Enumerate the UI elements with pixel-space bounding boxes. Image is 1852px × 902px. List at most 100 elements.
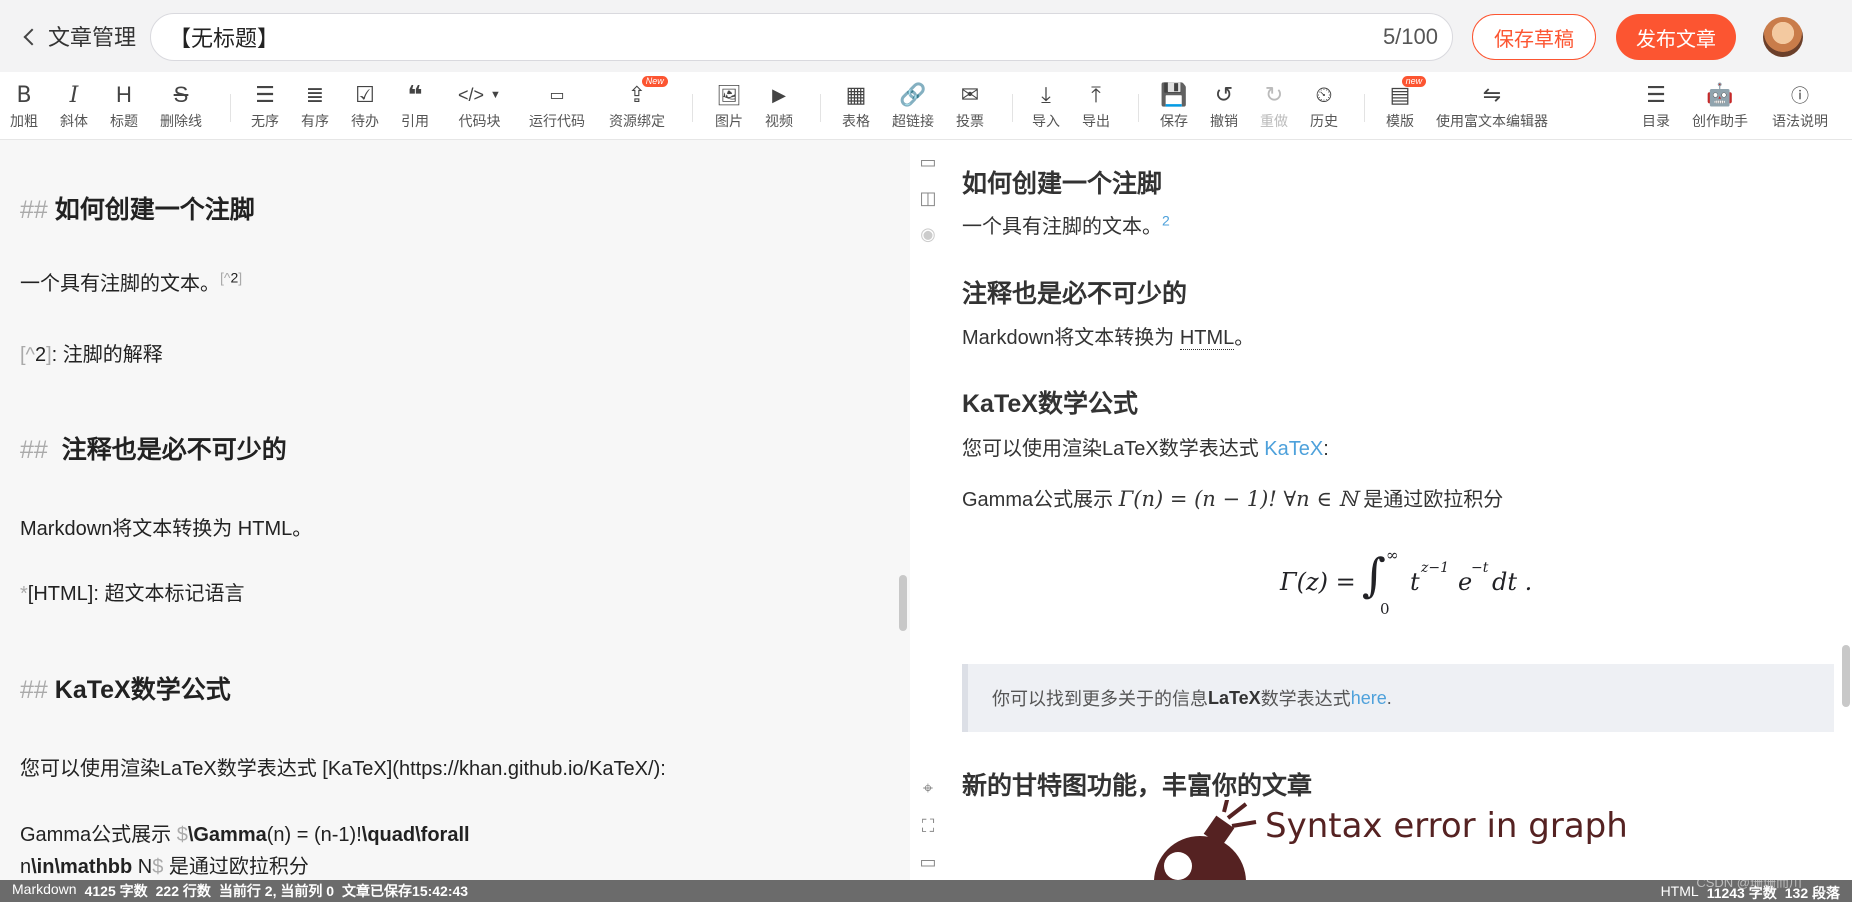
- ordered-list-icon: ≣: [305, 82, 325, 107]
- strikethrough-button[interactable]: S 删除线: [160, 82, 202, 131]
- video-icon: ▶: [772, 84, 786, 105]
- laptop-icon[interactable]: ▭: [916, 850, 940, 874]
- chevron-left-icon: [23, 28, 41, 46]
- link-icon: 🔗: [899, 82, 927, 107]
- vote-button[interactable]: ✉ 投票: [956, 82, 984, 131]
- status-saved-time: 文章已保存15:42:43: [342, 883, 469, 899]
- resource-binding-button[interactable]: ⇪ New 资源绑定: [609, 76, 668, 131]
- redo-button[interactable]: ↻ 重做: [1260, 82, 1288, 131]
- editor-gamma-line-2: n\in\mathbb N$ 是通过欧拉积分: [20, 856, 309, 878]
- syntax-error-text: Syntax error in graph: [1265, 806, 1628, 846]
- code-block-button[interactable]: </> ▼ 代码块: [458, 82, 501, 131]
- back-label: 文章管理: [48, 25, 137, 50]
- heading-button[interactable]: H 标题: [110, 82, 138, 131]
- locate-icon[interactable]: ⌖: [916, 776, 940, 800]
- title-char-count: 5/100: [1382, 24, 1438, 49]
- toolbar-divider: [1138, 94, 1139, 122]
- status-cursor-position: 当前行 2, 当前列 0: [218, 883, 335, 899]
- preview-heading-3: KaTeX数学公式: [962, 390, 1138, 418]
- export-button[interactable]: ⤒ 导出: [1082, 82, 1110, 131]
- inline-math: Γ(n) = (n − 1)! ∀n ∈ ℕ: [1118, 487, 1358, 511]
- rich-text-editor-button[interactable]: ⇋ 使用富文本编辑器: [1436, 82, 1548, 131]
- table-icon: ▦: [845, 82, 867, 107]
- html-abbreviation[interactable]: HTML: [1179, 327, 1235, 350]
- preview-heading-2: 注释也是必不可少的: [962, 280, 1188, 308]
- vote-icon: ✉: [960, 82, 980, 107]
- preview-paragraph-markdown: Markdown将文本转换为 HTML。: [962, 327, 1255, 350]
- katex-link[interactable]: KaTeX: [1264, 438, 1323, 460]
- new-badge: New: [641, 76, 668, 87]
- ordered-list-button[interactable]: ≣ 有序: [301, 82, 329, 131]
- run-code-icon: ▭: [549, 87, 565, 104]
- layout-icon[interactable]: ▭: [916, 150, 940, 174]
- image-button[interactable]: 🖼 图片: [715, 82, 743, 131]
- preview-scrollbar[interactable]: [1842, 645, 1850, 707]
- table-button[interactable]: ▦ 表格: [842, 82, 870, 131]
- toc-button[interactable]: ☰ 目录: [1642, 82, 1670, 131]
- video-button[interactable]: ▶ 视频: [765, 82, 793, 131]
- image-icon: 🖼: [716, 84, 742, 107]
- hyperlink-button[interactable]: 🔗 超链接: [892, 82, 934, 131]
- status-word-count-left: 4125 字数: [84, 883, 148, 899]
- editor-abbreviation: *[HTML]: 超文本标记语言: [20, 583, 245, 605]
- import-button[interactable]: ⤓ 导入: [1032, 82, 1060, 131]
- title-field[interactable]: 5/100: [150, 13, 1453, 61]
- heading-icon: H: [116, 82, 132, 107]
- switch-icon: ⇋: [1482, 82, 1502, 107]
- run-code-button[interactable]: ▭ 运行代码: [529, 82, 585, 131]
- publish-article-button[interactable]: 发布文章: [1616, 14, 1736, 60]
- fullscreen-icon[interactable]: ⛶: [916, 814, 940, 838]
- toolbar-divider: [1012, 94, 1013, 122]
- upload-box-icon: ⇪ New: [628, 76, 668, 108]
- title-input[interactable]: [169, 24, 1383, 50]
- csdn-watermark: CSDN @珊珊而川: [1696, 875, 1802, 890]
- here-link[interactable]: here: [1351, 688, 1387, 709]
- upload-icon: ⤒: [1091, 82, 1101, 107]
- editor-footnote-definition: [^2]: 注脚的解释: [20, 344, 163, 366]
- template-button[interactable]: ▤ new 模版: [1386, 76, 1427, 131]
- status-mode-left: Markdown: [12, 881, 77, 897]
- redo-icon: ↻: [1264, 82, 1284, 107]
- todo-list-button[interactable]: ☑ 待办: [351, 82, 379, 131]
- code-icon: </> ▼: [458, 84, 501, 105]
- save-icon: 💾: [1160, 82, 1188, 107]
- status-bar: Markdown 4125 字数 222 行数 当前行 2, 当前列 0 文章已…: [0, 880, 1852, 902]
- bold-button[interactable]: B 加粗: [10, 82, 38, 131]
- status-mode-right: HTML: [1660, 883, 1699, 899]
- download-icon: ⤓: [1041, 82, 1051, 107]
- footnote-link[interactable]: 2: [1162, 212, 1170, 228]
- history-button[interactable]: ⏲ 历史: [1310, 82, 1338, 131]
- editor-scrollbar[interactable]: [899, 575, 907, 631]
- italic-icon: I: [69, 82, 79, 108]
- editor-toolbar: B 加粗 I 斜体 H 标题 S 删除线 ☰ 无序 ≣ 有序 ☑ 待办 ❝ 引用 </> ▼ 代码…: [0, 72, 1852, 140]
- undo-button[interactable]: ↺ 撤销: [1210, 82, 1238, 131]
- toolbar-divider: [692, 94, 693, 122]
- chevron-down-icon: ▼: [490, 89, 501, 101]
- save-draft-button[interactable]: 保存草稿: [1472, 14, 1596, 60]
- top-header: 文章管理 5/100 保存草稿 发布文章: [0, 0, 1852, 72]
- toolbar-divider: [230, 94, 231, 122]
- editor-heading-3: ## KaTeX数学公式: [20, 676, 231, 704]
- blockquote-button[interactable]: ❝ 引用: [401, 80, 429, 131]
- creation-assistant-button[interactable]: 🤖 创作助手: [1692, 82, 1748, 131]
- integral-sign: ∫: [1362, 548, 1386, 602]
- preview-side-toolbar: ▭ ◫ ◉ ⌖ ⛶ ▭: [910, 140, 946, 880]
- robot-icon: 🤖: [1706, 82, 1734, 107]
- preview-heading-4: 新的甘特图功能，丰富你的文章: [962, 772, 1313, 800]
- editor-paragraph-katex: 您可以使用渲染LaTeX数学表达式 [KaTeX](https://khan.g…: [20, 758, 666, 780]
- preview-heading-1: 如何创建一个注脚: [962, 170, 1163, 198]
- checklist-icon: ☑: [355, 82, 375, 107]
- blockquote: 你可以找到更多关于的信息 LaTeX 数学表达式 here.: [962, 664, 1834, 732]
- save-button[interactable]: 💾 保存: [1160, 82, 1188, 131]
- avatar[interactable]: [1763, 17, 1803, 57]
- eye-icon[interactable]: ◉: [916, 222, 940, 246]
- markdown-editor[interactable]: ## 如何创建一个注脚 一个具有注脚的文本。[^2] [^2]: 注脚的解释 #…: [0, 140, 910, 880]
- split-view-icon[interactable]: ◫: [916, 186, 940, 210]
- editor-heading-2: ## 注释也是必不可少的: [20, 436, 287, 464]
- italic-button[interactable]: I 斜体: [60, 82, 88, 131]
- unordered-list-button[interactable]: ☰ 无序: [251, 82, 279, 131]
- editor-heading-1: ## 如何创建一个注脚: [20, 196, 255, 224]
- syntax-help-button[interactable]: ⓘ 语法说明: [1772, 82, 1828, 131]
- back-to-article-management[interactable]: 文章管理: [23, 20, 137, 52]
- editor-paragraph-markdown: Markdown将文本转换为 HTML。: [20, 518, 313, 540]
